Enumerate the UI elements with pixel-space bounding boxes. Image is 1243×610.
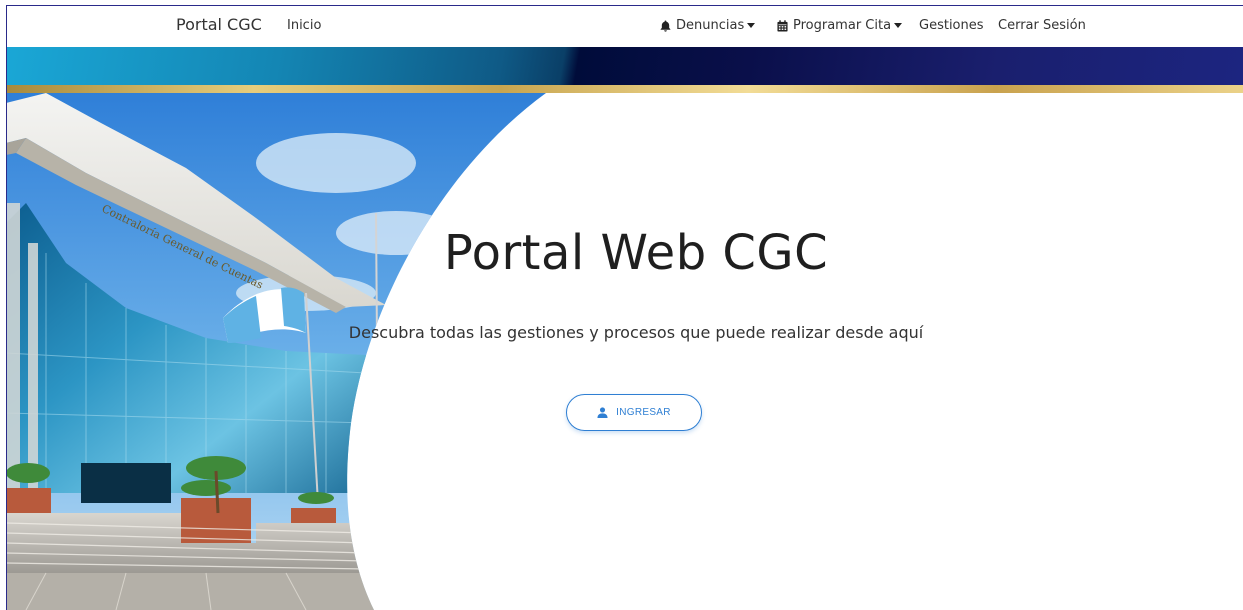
chevron-down-icon: [747, 23, 756, 28]
nav-denuncias-label: Denuncias: [676, 18, 745, 33]
building-photo: Contraloría General de Cuentas: [6, 93, 546, 610]
header-gradient-band: [6, 47, 1243, 85]
ingresar-button[interactable]: INGRESAR: [566, 394, 702, 431]
page: Portal CGC Inicio Denuncias Programar Ci…: [6, 5, 1243, 610]
hero-title: Portal Web CGC: [443, 225, 829, 281]
bell-icon: [660, 20, 671, 32]
nav-programar-cita-label: Programar Cita: [793, 18, 892, 33]
ingresar-label: INGRESAR: [616, 407, 671, 418]
nav-gestiones[interactable]: Gestiones: [919, 18, 984, 33]
brand-link[interactable]: Portal CGC: [176, 15, 262, 34]
chevron-down-icon: [894, 23, 903, 28]
user-icon: [597, 407, 608, 418]
calendar-icon: [777, 19, 788, 31]
nav-denuncias-dropdown[interactable]: Denuncias: [660, 18, 756, 33]
frame-border: [6, 5, 1243, 6]
frame-border: [6, 5, 7, 610]
gold-stripe: [6, 85, 1243, 93]
hero-subtitle: Descubra todas las gestiones y procesos …: [348, 323, 924, 342]
top-navbar: Portal CGC Inicio Denuncias Programar Ci…: [6, 6, 1243, 47]
nav-programar-cita-dropdown[interactable]: Programar Cita: [777, 18, 903, 33]
nav-cerrar-sesion[interactable]: Cerrar Sesión: [998, 18, 1086, 33]
nav-inicio[interactable]: Inicio: [287, 18, 321, 33]
hero-section: Contraloría General de Cuentas Portal We…: [6, 93, 1243, 610]
